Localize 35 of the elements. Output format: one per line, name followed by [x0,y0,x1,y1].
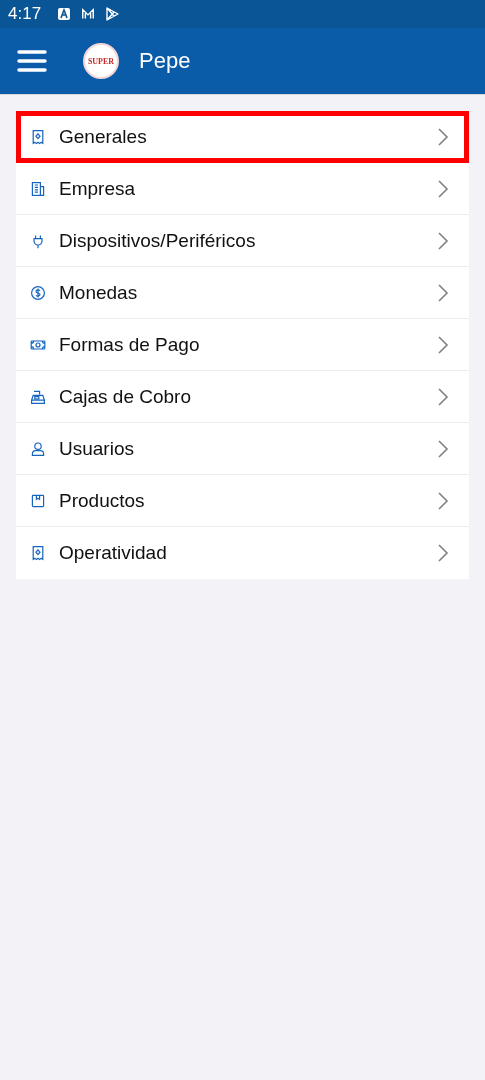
chevron-right-icon [437,386,449,407]
notification-icon [57,7,72,21]
menu-button[interactable] [17,49,47,73]
chevron-right-icon [437,490,449,511]
chevron-right-icon [437,282,449,303]
mail-icon [81,7,96,21]
menu-item-label: Cajas de Cobro [59,385,193,408]
building-icon [30,180,46,197]
play-icon [105,7,120,21]
menu-icon [17,49,47,73]
menu-item-label: Generales [59,125,148,148]
box-icon [30,492,46,509]
app-title: Pepe [139,48,191,74]
chevron-right-icon [437,126,449,147]
menu-item-label: Empresa [59,177,137,200]
dollar-coin-icon [30,284,46,301]
chevron-right-icon [437,230,449,251]
menu-item-label: Monedas [59,281,139,304]
receipt-icon [30,545,46,561]
chevron-right-icon [437,438,449,459]
menu-item-label: Operatividad [59,542,168,564]
user-icon [30,440,46,457]
menu-item-label: Productos [59,489,146,512]
plug-icon [30,232,46,249]
menu-item[interactable]: Generales [16,111,469,163]
chevron-right-icon [437,178,449,199]
status-time: 4:17 [8,4,42,24]
menu-item-label: Usuarios [59,437,135,460]
chevron-right-icon [437,543,449,563]
receipt-icon [30,128,46,145]
cash-register-icon [30,388,46,405]
logo-text: SUPER [87,56,115,66]
menu-item-label: Formas de Pago [59,333,201,356]
chevron-right-icon [437,334,449,355]
menu-item-label: Dispositivos/Periféricos [59,229,257,252]
